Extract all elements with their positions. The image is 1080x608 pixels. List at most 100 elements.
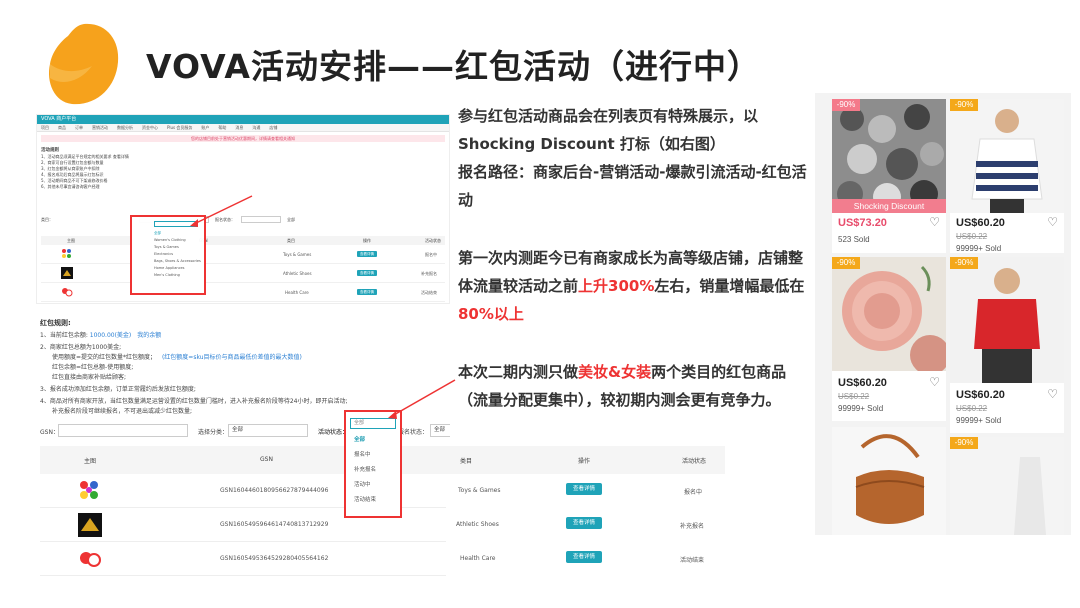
nav-item[interactable]: 账户 [201, 124, 209, 131]
col-header: 活动状态 [425, 238, 441, 243]
orange-logo-icon [48, 23, 119, 105]
dropdown-option[interactable]: Men's Clothing [154, 272, 204, 279]
sold-count: 99999+ Sold [956, 244, 1002, 253]
table-row: Toys & Games 查看详情 报名中 [41, 246, 445, 264]
nav-item[interactable]: 消息 [235, 124, 243, 131]
product-card[interactable]: -90% [950, 437, 1064, 535]
view-details-button[interactable]: 查看详情 [566, 551, 602, 563]
merchant-platform-screenshot-top: VOVA 商户平台 项目 商品 订单 营销活动 数据分析 资金中心 Plus 会… [36, 114, 450, 304]
rules-block: 活动规则 1、活动商品须满足平台规定的相关要求 查看详情 2、商家可自行设置红包… [41, 148, 445, 190]
nav-item[interactable]: 帮助 [218, 124, 226, 131]
dropdown-option[interactable]: 全部 [354, 433, 400, 448]
col-header: 主图 [84, 458, 97, 465]
dropdown-option[interactable]: 活动结束 [354, 493, 400, 508]
status-cell: 报名中 [684, 489, 703, 496]
product-thumbnail [78, 513, 102, 537]
status-cell: 补充报名 [680, 523, 705, 530]
product-image [950, 437, 1064, 535]
signup-filter-select[interactable] [241, 216, 281, 223]
original-price: US$0.22 [956, 404, 988, 413]
heart-icon[interactable]: ♡ [1047, 387, 1058, 401]
rule-line: 6、其他未尽事宜请咨询客户经理 [41, 184, 100, 189]
paragraph-phase-two: 本次二期内测只做美妆&女装两个类目的红包商品（流量分配更集中），较初期内测会更有… [458, 358, 808, 414]
category-select[interactable]: 全部 [228, 424, 308, 437]
paragraph-growth: 第一次内测距今已有商家成长为高等级店铺，店铺整体流量较活动之前上升300%左右，… [458, 244, 808, 328]
heart-icon[interactable]: ♡ [929, 215, 940, 229]
activity-status-select[interactable]: 全部 [350, 418, 396, 429]
original-price: US$0.22 [838, 392, 870, 401]
category-filter-label: 类目： [41, 216, 53, 222]
category-cell: Athletic Shoes [283, 271, 312, 276]
usage-formula: 使用额度=提交的红包数量*红包额度； [52, 354, 157, 361]
dropdown-option[interactable]: Women's Clothing [154, 237, 204, 244]
product-card[interactable] [832, 427, 946, 535]
status-cell: 补充报名 [421, 271, 437, 276]
heart-icon[interactable]: ♡ [1047, 215, 1058, 229]
col-header: 主图 [67, 238, 75, 243]
product-card[interactable]: -90% US$60.20 ♡ US$0.22 99999+ Sold [950, 99, 1064, 253]
product-card[interactable]: -90% Shocking Discount US$73.20 ♡ 523 So… [832, 99, 946, 253]
rule-line: 使用额度=提交的红包数量*红包额度； (红包额度=sku目标价与商品最低价差值的… [52, 352, 302, 361]
category-dropdown-select[interactable] [154, 221, 198, 227]
discount-badge: -90% [832, 257, 860, 269]
product-image [950, 257, 1064, 383]
nav-item[interactable]: 商品 [58, 124, 66, 131]
col-header: 类目 [460, 458, 473, 465]
balance-value: 1000.00(美金) [89, 332, 132, 339]
gsn-input[interactable] [58, 424, 188, 437]
dropdown-option[interactable]: 活动中 [354, 478, 400, 493]
rule-line: 2、商家红包总额为1000美金; [40, 344, 122, 351]
nav-item[interactable]: 营销活动 [92, 124, 108, 131]
slide: VOVA活动安排——红包活动（进行中） VOVA 商户平台 项目 商品 订单 营… [0, 0, 1080, 608]
sold-count: 523 Sold [838, 235, 870, 244]
signup-status-select[interactable]: 全部 [430, 424, 450, 437]
signup-status-label: 报名状态： [398, 429, 429, 436]
nav-item[interactable]: 店铺 [269, 124, 277, 131]
dropdown-option[interactable]: Electronics [154, 251, 204, 258]
view-details-button[interactable]: 查看详情 [357, 251, 377, 257]
view-details-button[interactable]: 查看详情 [566, 517, 602, 529]
nav-item[interactable]: 数据分析 [117, 124, 133, 131]
view-details-button[interactable]: 查看详情 [357, 270, 377, 276]
page-title: VOVA活动安排——红包活动（进行中） [146, 47, 761, 86]
dropdown-option[interactable]: 全部 [154, 230, 204, 237]
sold-count: 99999+ Sold [838, 404, 884, 413]
dropdown-option[interactable]: Toys & Games [154, 244, 204, 251]
dropdown-option[interactable]: Bags, Shoes & Accessories [154, 258, 204, 265]
dropdown-option[interactable]: 报名中 [354, 448, 400, 463]
product-thumbnail [80, 481, 98, 499]
rule-line: 补充报名阶段可继续报名，不可退出或减少红包数量; [52, 408, 193, 415]
paragraph-signup-path: 报名路径：商家后台-营销活动-爆款引流活动-红包活动 [458, 163, 807, 209]
rule-line: 红包直接由商家补贴给顾客; [52, 374, 127, 381]
platform-topbar: VOVA 商户平台 [37, 115, 449, 124]
nav-item[interactable]: Plus 会员服务 [167, 124, 192, 131]
shocking-discount-tag: Shocking Discount [832, 199, 946, 213]
sales-highlight: 80%以上 [458, 305, 524, 323]
product-thumbnail [61, 267, 73, 279]
view-details-button[interactable]: 查看详情 [566, 483, 602, 495]
rule-line: 1、当前红包余额: 1000.00(美金) 我的余额 [40, 330, 161, 339]
nav-item[interactable]: 沟通 [252, 124, 260, 131]
col-header: 操作 [363, 238, 371, 243]
product-thumbnail [62, 249, 71, 258]
nav-item[interactable]: 订单 [75, 124, 83, 131]
product-card[interactable]: -90% US$60.20 ♡ US$0.22 99999+ Sold [832, 257, 946, 421]
rule-line: 红包余额=红包总额-使用额度; [52, 364, 134, 371]
usage-note: (红包额度=sku目标价与商品最低价差值的最大数值) [161, 354, 302, 361]
activity-status-dropdown-highlight: 全部 全部 报名中 补充报名 活动中 活动结束 [344, 410, 402, 518]
paragraph-shocking-discount: 参与红包活动商品会在列表页有特殊展示，以Shocking Discount 打标… [458, 107, 759, 153]
heart-icon[interactable]: ♡ [929, 375, 940, 389]
nav-item[interactable]: 资金中心 [142, 124, 158, 131]
gsn-cell: GSN1605495364529280405564162 [220, 555, 329, 562]
table-header: 主图 GSN 类目 操作 活动状态 [41, 236, 445, 245]
phase-text: 本次二期内测只做 [458, 363, 579, 381]
platform-nav: 项目 商品 订单 营销活动 数据分析 资金中心 Plus 会员服务 账户 帮助 … [37, 124, 449, 132]
dropdown-option[interactable]: Home Appliances [154, 265, 204, 272]
rule-line: 3、报名成功添加红包余额，订单正常履约后发放红包额度; [40, 386, 196, 393]
dropdown-option[interactable]: 补充报名 [354, 463, 400, 478]
view-details-button[interactable]: 查看详情 [357, 289, 377, 295]
my-balance-link[interactable]: 我的余额 [137, 332, 161, 339]
product-card[interactable]: -90% US$60.20 ♡ US$0.22 99999+ Sold [950, 257, 1064, 433]
nav-item[interactable]: 项目 [41, 124, 49, 131]
category-cell: Toys & Games [458, 487, 501, 494]
